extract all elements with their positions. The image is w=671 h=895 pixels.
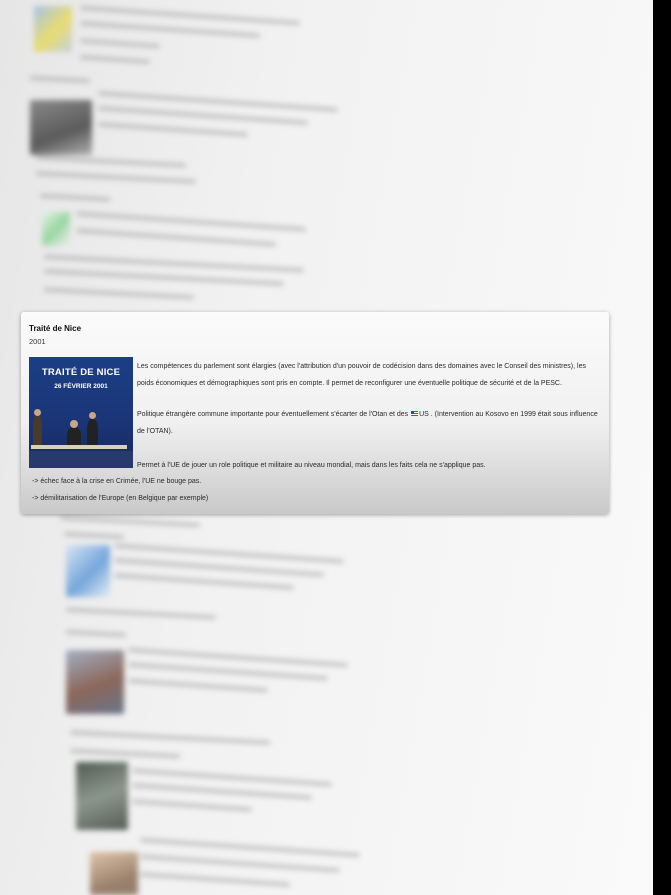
thumbnail-photo-image	[66, 650, 124, 714]
person-figure	[67, 427, 81, 447]
thumbnail-photo-image	[30, 100, 92, 155]
timeline-viewport[interactable]: Traité de Nice 2001 TRAITÉ DE NICE 26 FÉ…	[0, 0, 653, 895]
image-caption-title: TRAITÉ DE NICE	[41, 367, 121, 378]
stage-floor	[29, 451, 133, 468]
person-head	[34, 409, 41, 416]
image-caption-date: 26 FÉVRIER 2001	[54, 383, 108, 390]
person-figure	[33, 415, 42, 447]
us-flag-icon	[411, 411, 419, 416]
thumbnail-portrait-image	[90, 852, 138, 895]
thumbnail-diagram-image	[42, 212, 70, 246]
person-figure	[87, 419, 98, 447]
timeline-event-card[interactable]: Traité de Nice 2001 TRAITÉ DE NICE 26 FÉ…	[21, 312, 609, 514]
paragraph-2-text-start: Politique étrangère commune importante p…	[137, 411, 411, 418]
thumbnail-photo-image	[76, 762, 128, 830]
person-head	[89, 412, 96, 419]
signing-table	[31, 445, 127, 449]
event-paragraph-3: Permet à l'UE de jouer un role politique…	[137, 462, 486, 469]
person-head	[70, 420, 78, 428]
event-paragraph-1: Les compétences du parlement sont élargi…	[137, 363, 586, 387]
event-image[interactable]: TRAITÉ DE NICE 26 FÉVRIER 2001	[29, 357, 133, 468]
event-title: Traité de Nice	[29, 324, 82, 333]
event-bullet-2: -> démilitarisation de l'Europe (en Belg…	[32, 495, 209, 502]
event-year: 2001	[29, 337, 46, 346]
event-bullet-1: -> échec face à la crise en Crimée, l'UE…	[32, 478, 202, 485]
thumbnail-map-image	[66, 545, 110, 597]
event-paragraph-2: Politique étrangère commune importante p…	[137, 406, 603, 440]
thumbnail-map-image	[34, 6, 72, 52]
screen-edge	[653, 0, 671, 895]
